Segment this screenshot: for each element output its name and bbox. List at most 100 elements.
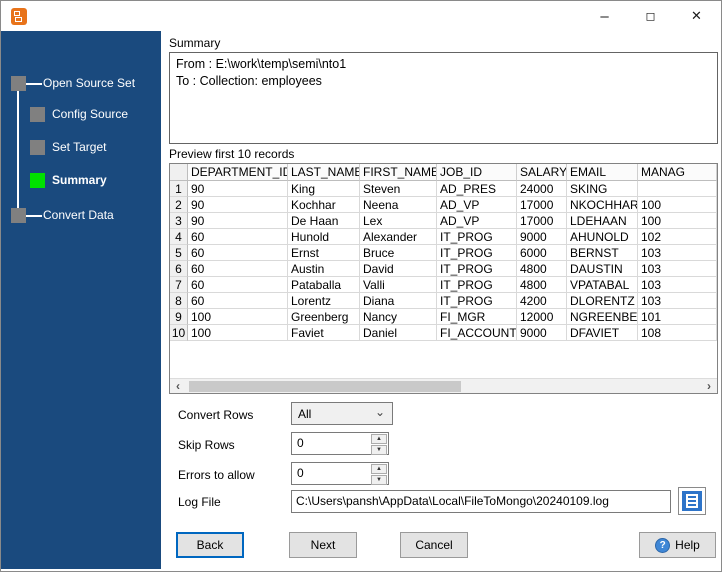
log-file-input[interactable]: C:\Users\pansh\AppData\Local\FileToMongo… (291, 490, 671, 513)
table-cell: Austin (288, 261, 360, 277)
table-cell: 3 (170, 213, 188, 229)
header-cell: SALARY (517, 164, 567, 181)
sidebar-item-config-source[interactable]: Config Source (52, 107, 128, 122)
minimize-button[interactable]: – (582, 1, 627, 31)
scroll-right-icon[interactable]: › (701, 379, 717, 394)
table-cell: 17000 (517, 197, 567, 213)
table-cell: De Haan (288, 213, 360, 229)
horizontal-scrollbar[interactable]: ‹ › (170, 378, 717, 393)
table-row[interactable]: 2 90 Kochhar Neena AD_VP 17000 NKOCHHAR 100 (170, 197, 717, 213)
table-cell: Faviet (288, 325, 360, 341)
table-cell: 60 (188, 293, 288, 309)
table-cell: Valli (360, 277, 437, 293)
skip-rows-stepper[interactable]: 0 ▲ ▼ (291, 432, 389, 455)
errors-to-allow-stepper[interactable]: 0 ▲ ▼ (291, 462, 389, 485)
scrollbar-track[interactable] (186, 379, 701, 394)
header-cell: DEPARTMENT_ID (188, 164, 288, 181)
table-cell: FI_ACCOUNT (437, 325, 517, 341)
convert-rows-value: All (298, 406, 312, 421)
table-row[interactable]: 3 90 De Haan Lex AD_VP 17000 LDEHAAN 100 (170, 213, 717, 229)
table-cell: VPATABAL (567, 277, 638, 293)
table-row[interactable]: 5 60 Ernst Bruce IT_PROG 6000 BERNST 103 (170, 245, 717, 261)
table-row[interactable]: 7 60 Pataballa Valli IT_PROG 4800 VPATABAL 103 (170, 277, 717, 293)
table-cell: 103 (638, 245, 717, 261)
table-cell: Diana (360, 293, 437, 309)
table-cell: LDEHAAN (567, 213, 638, 229)
table-cell: Kochhar (288, 197, 360, 213)
table-cell: Lex (360, 213, 437, 229)
table-cell: NGREENBE (567, 309, 638, 325)
table-row[interactable]: 4 60 Hunold Alexander IT_PROG 9000 AHUNOLD 102 (170, 229, 717, 245)
header-cell: JOB_ID (437, 164, 517, 181)
back-button[interactable]: Back (176, 532, 244, 558)
file-to-mongo-wizard-window: – ◻ ✕ Open Source Set Config Source Set … (0, 0, 722, 572)
table-row[interactable]: 1 90 King Steven AD_PRES 24000 SKING (170, 181, 717, 197)
header-cell: MANAG (638, 164, 717, 181)
table-cell: 103 (638, 277, 717, 293)
table-cell: DAUSTIN (567, 261, 638, 277)
table-cell: 101 (638, 309, 717, 325)
close-button[interactable]: ✕ (674, 1, 719, 31)
maximize-button[interactable]: ◻ (628, 1, 673, 31)
table-cell: DLORENTZ (567, 293, 638, 309)
table-cell: AD_PRES (437, 181, 517, 197)
table-cell: 108 (638, 325, 717, 341)
spin-down-icon[interactable]: ▼ (371, 445, 387, 455)
table-cell: Steven (360, 181, 437, 197)
convert-rows-label: Convert Rows (178, 408, 254, 422)
table-cell: Alexander (360, 229, 437, 245)
table-row[interactable]: 8 60 Lorentz Diana IT_PROG 4200 DLORENTZ 103 (170, 293, 717, 309)
table-row[interactable]: 10 100 Faviet Daniel FI_ACCOUNT 9000 DFAVIET 10… (170, 325, 717, 341)
sidebar-item-convert-data[interactable]: Convert Data (43, 208, 114, 223)
next-button[interactable]: Next (289, 532, 357, 558)
wizard-sidebar: Open Source Set Config Source Set Target… (1, 31, 161, 569)
table-cell: IT_PROG (437, 277, 517, 293)
step-marker-config-source[interactable] (30, 107, 45, 122)
table-cell: 103 (638, 293, 717, 309)
table-row[interactable]: 6 60 Austin David IT_PROG 4800 DAUSTIN 103 (170, 261, 717, 277)
skip-rows-label: Skip Rows (178, 438, 235, 452)
table-cell: DFAVIET (567, 325, 638, 341)
table-cell: 2 (170, 197, 188, 213)
table-cell: 17000 (517, 213, 567, 229)
app-icon (11, 8, 27, 25)
sidebar-item-open-source-set[interactable]: Open Source Set (43, 76, 135, 91)
summary-section-label: Summary (169, 36, 221, 50)
table-cell: 4800 (517, 261, 567, 277)
help-button[interactable]: ? Help (639, 532, 716, 558)
step-marker-convert-data[interactable] (11, 208, 26, 223)
step-connector-line (17, 91, 19, 215)
step-marker-summary-active[interactable] (30, 173, 45, 188)
table-cell: Bruce (360, 245, 437, 261)
summary-textbox[interactable]: From : E:\work\temp\semi\nto1 To : Colle… (169, 52, 718, 144)
spin-up-icon[interactable]: ▲ (371, 434, 387, 444)
table-cell: 24000 (517, 181, 567, 197)
table-cell: 4800 (517, 277, 567, 293)
errors-to-allow-label: Errors to allow (178, 468, 255, 482)
table-cell: Greenberg (288, 309, 360, 325)
step-marker-open-source-set[interactable] (11, 76, 26, 91)
view-log-button[interactable] (678, 487, 706, 515)
spin-up-icon[interactable]: ▲ (371, 464, 387, 474)
table-cell: Pataballa (288, 277, 360, 293)
spin-down-icon[interactable]: ▼ (371, 475, 387, 485)
table-cell: 12000 (517, 309, 567, 325)
table-cell: King (288, 181, 360, 197)
convert-rows-dropdown[interactable]: All ⌄ (291, 402, 393, 425)
table-cell: 9000 (517, 325, 567, 341)
sidebar-item-summary[interactable]: Summary (52, 173, 107, 188)
table-cell: Neena (360, 197, 437, 213)
table-cell: BERNST (567, 245, 638, 261)
table-cell: David (360, 261, 437, 277)
table-cell: 100 (638, 213, 717, 229)
cancel-button[interactable]: Cancel (400, 532, 468, 558)
step-marker-set-target[interactable] (30, 140, 45, 155)
table-cell: NKOCHHAR (567, 197, 638, 213)
step-connector-line (26, 83, 42, 85)
help-question-icon: ? (655, 537, 671, 553)
table-cell: 103 (638, 261, 717, 277)
scroll-left-icon[interactable]: ‹ (170, 379, 186, 394)
scrollbar-thumb[interactable] (189, 380, 461, 392)
sidebar-item-set-target[interactable]: Set Target (52, 140, 106, 155)
table-row[interactable]: 9 100 Greenberg Nancy FI_MGR 12000 NGREENBE 101 (170, 309, 717, 325)
